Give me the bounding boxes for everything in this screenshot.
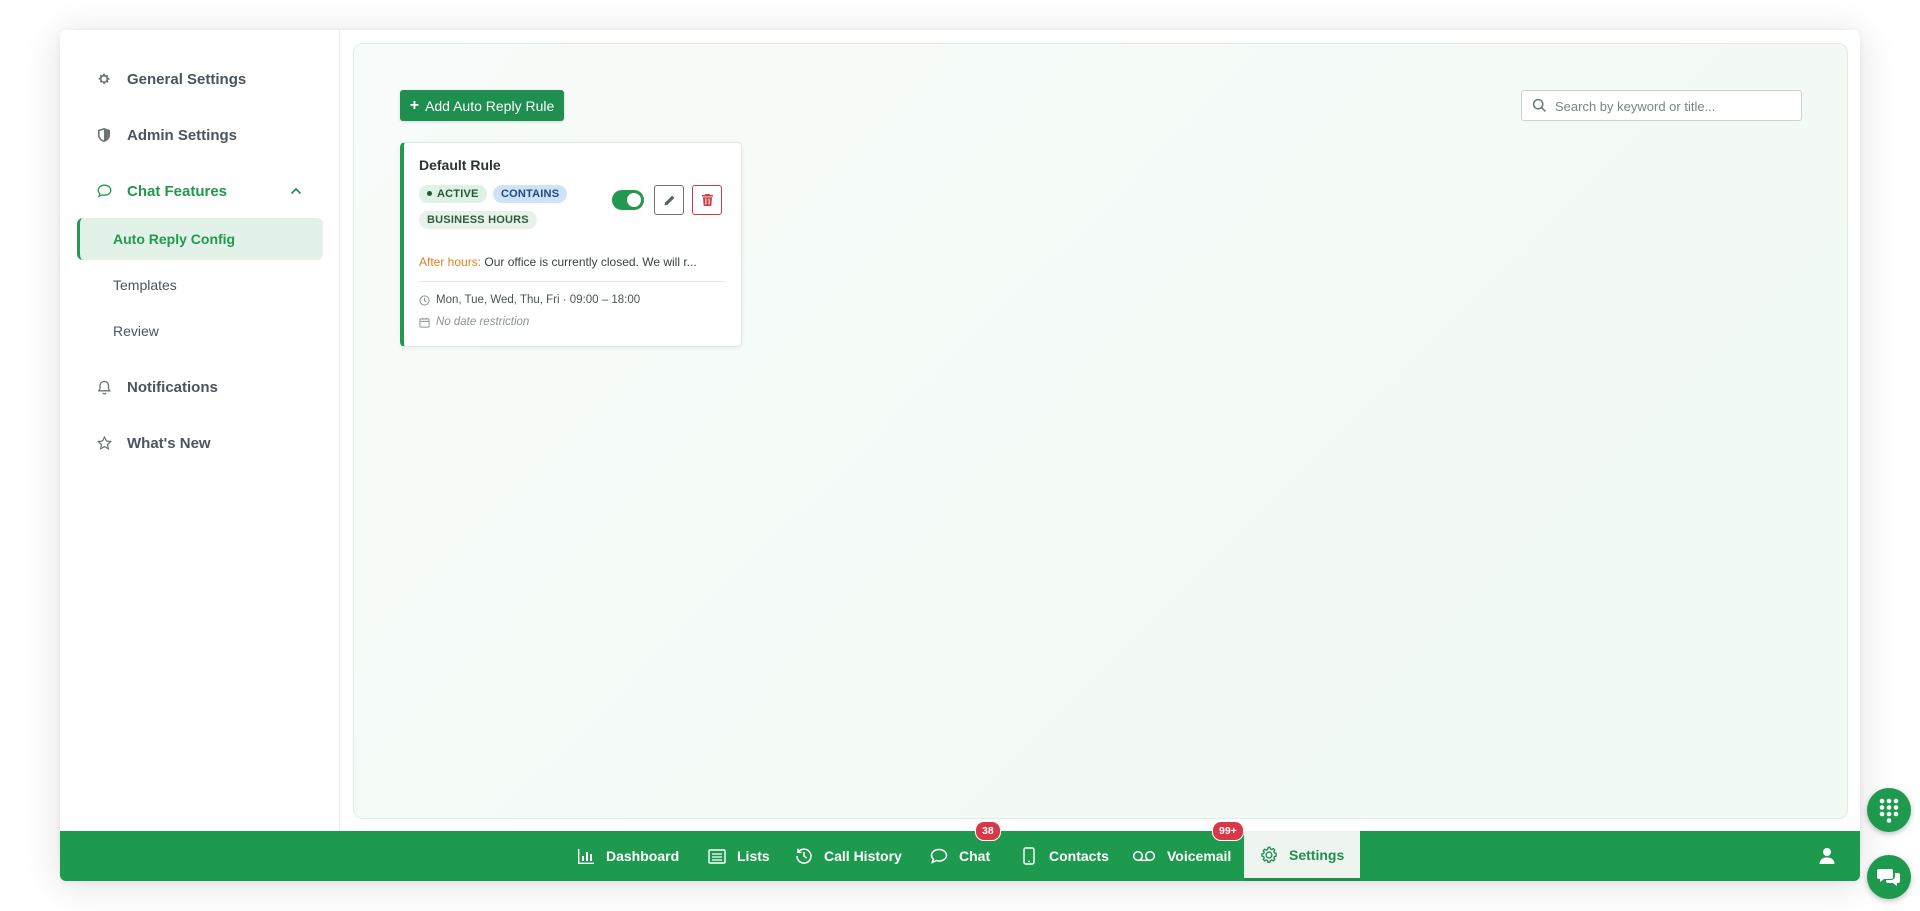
add-auto-reply-rule-label: Add Auto Reply Rule — [425, 97, 555, 114]
search-box — [1521, 90, 1802, 121]
after-hours-label: After hours: — [419, 255, 482, 269]
dialpad-icon — [1879, 798, 1899, 823]
sidebar-item-notifications[interactable]: Notifications — [60, 367, 339, 407]
auto-reply-config-panel: + Add Auto Reply Rule Default Rule ACTIV… — [353, 43, 1848, 819]
delete-rule-button[interactable] — [692, 185, 722, 215]
status-badge: ACTIVE — [419, 185, 487, 203]
after-hours-message: After hours: Our office is currently clo… — [419, 255, 725, 269]
history-icon — [795, 847, 813, 865]
user-profile-button[interactable] — [1817, 846, 1837, 866]
nav-contacts[interactable]: Contacts — [1020, 831, 1109, 881]
chevron-up-icon[interactable] — [289, 184, 303, 198]
sidebar-subitem-review[interactable]: Review — [77, 310, 323, 352]
voicemail-count-badge: 99+ — [1212, 821, 1244, 841]
bottom-navigation: Dashboard Lists Call History Chat 38 Con… — [60, 821, 1860, 881]
sidebar-item-label: What's New — [127, 434, 211, 452]
nav-settings[interactable]: Settings — [1244, 831, 1361, 881]
nav-voicemail[interactable]: Voicemail 99+ — [1132, 821, 1244, 881]
plus-icon: + — [409, 96, 420, 114]
rule-enabled-toggle[interactable] — [612, 190, 644, 210]
sidebar-item-admin-settings[interactable]: Admin Settings — [60, 115, 339, 155]
gear-icon — [1260, 845, 1278, 864]
rule-schedule: Mon, Tue, Wed, Thu, Fri · 09:00 – 18:00 — [419, 294, 640, 306]
nav-dashboard[interactable]: Dashboard — [577, 831, 679, 881]
rule-date-restriction: No date restriction — [419, 316, 529, 328]
sidebar-item-general-settings[interactable]: General Settings — [60, 59, 339, 99]
chat-bubble-icon — [930, 847, 948, 865]
pencil-icon — [664, 195, 674, 205]
sidebar-item-label: Chat Features — [127, 182, 228, 200]
scope-badge: BUSINESS HOURS — [419, 211, 537, 229]
search-input[interactable] — [1553, 94, 1797, 118]
chat-support-icon — [1877, 869, 1900, 886]
sidebar-item-whats-new[interactable]: What's New — [60, 423, 339, 463]
sidebar-item-label: Notifications — [127, 378, 218, 396]
clock-icon — [419, 294, 430, 306]
nav-chat[interactable]: Chat 38 — [930, 821, 1001, 881]
sidebar-subitem-templates[interactable]: Templates — [77, 264, 323, 306]
bar-chart-icon — [577, 847, 595, 865]
nav-lists[interactable]: Lists — [708, 831, 770, 881]
chat-support-button[interactable] — [1867, 855, 1911, 899]
nav-call-history[interactable]: Call History — [795, 831, 902, 881]
gear-icon — [96, 71, 112, 87]
bell-icon — [96, 379, 112, 395]
sidebar-subitem-label: Review — [113, 323, 159, 339]
rule-title: Default Rule — [419, 157, 501, 173]
auto-reply-rule-card: Default Rule ACTIVE CONTAINS BUSINESS HO… — [400, 142, 742, 347]
chat-bubble-icon — [96, 183, 112, 199]
app-window: General Settings Admin Settings Chat Fea… — [60, 30, 1860, 881]
sidebar-item-chat-features[interactable]: Chat Features — [60, 171, 339, 211]
sidebar-subitem-label: Templates — [113, 277, 177, 293]
dialpad-button[interactable] — [1867, 788, 1911, 832]
sidebar-subitem-label: Auto Reply Config — [113, 231, 236, 247]
trash-icon — [701, 194, 713, 206]
sidebar-item-label: General Settings — [127, 70, 247, 88]
star-icon — [96, 435, 112, 451]
settings-sidebar: General Settings Admin Settings Chat Fea… — [60, 30, 340, 831]
shield-icon — [96, 127, 112, 143]
search-icon — [1532, 98, 1546, 112]
sidebar-item-label: Admin Settings — [127, 126, 238, 144]
mobile-phone-icon — [1020, 847, 1038, 865]
voicemail-icon — [1132, 847, 1156, 865]
card-divider — [419, 281, 725, 282]
match-type-badge: CONTAINS — [493, 185, 568, 203]
sidebar-subitem-auto-reply-config[interactable]: Auto Reply Config — [77, 218, 323, 260]
edit-rule-button[interactable] — [654, 185, 684, 215]
list-icon — [708, 847, 726, 865]
user-icon — [1819, 848, 1835, 864]
chat-count-badge: 38 — [975, 821, 1001, 841]
calendar-icon — [419, 317, 430, 328]
add-auto-reply-rule-button[interactable]: + Add Auto Reply Rule — [400, 90, 564, 121]
after-hours-text: Our office is currently closed. We will … — [484, 255, 697, 269]
